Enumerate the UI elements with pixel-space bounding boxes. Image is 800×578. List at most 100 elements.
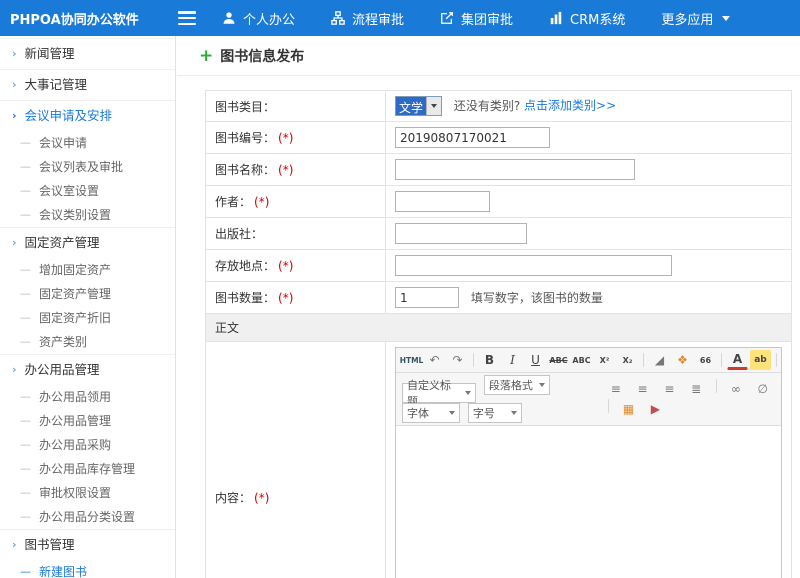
nav-label: 流程审批 <box>352 9 404 28</box>
nav-process-approval[interactable]: 流程审批 <box>331 9 404 28</box>
menu-item-label: 资产类别 <box>39 335 87 349</box>
editor-tool-strikethrough[interactable]: ABC <box>548 350 569 370</box>
nav-crm-system[interactable]: CRM系统 <box>549 9 625 28</box>
menu-marker-icon: — <box>20 414 31 428</box>
editor-tool-eraser[interactable]: ◢ <box>649 350 670 370</box>
editor-tool-subscript[interactable]: X₂ <box>617 350 638 370</box>
sidebar-item[interactable]: — 固定资产折旧 <box>0 306 175 330</box>
sidebar-item[interactable]: — 办公用品领用 <box>0 385 175 409</box>
quantity-hint: 填写数字，该图书的数量 <box>471 291 603 305</box>
editor-tool-bold[interactable]: B <box>479 350 500 370</box>
editor-tool-undo[interactable]: ↶ <box>424 350 445 370</box>
editor-tool-blockquote[interactable]: 66 <box>695 350 716 370</box>
menu-marker-icon: — <box>20 486 31 500</box>
form-row-quantity: 图书数量：(*) 填写数字，该图书的数量 <box>206 282 792 314</box>
required-mark: (*) <box>278 259 293 273</box>
sidebar-item[interactable]: — 新建图书 <box>0 560 175 578</box>
sidebar-item[interactable]: › 固定资产管理 <box>0 227 175 258</box>
sidebar-item[interactable]: — 办公用品库存管理 <box>0 457 175 481</box>
editor-tool[interactable] <box>608 399 609 413</box>
app-logo: PHPOA协同办公软件 <box>0 9 170 28</box>
editor-dropdown-paragraph-format[interactable]: 段落格式 <box>484 375 550 395</box>
editor-tool-align-justify[interactable]: ≣ <box>686 379 707 399</box>
rich-text-editor: HTML ↶ ↷ B I <box>395 347 782 578</box>
menu-marker-icon: — <box>20 160 31 174</box>
menu-marker-icon: › <box>12 78 17 92</box>
editor-tool-link[interactable]: ∞ <box>725 379 746 399</box>
editor-tool-highlight-color[interactable]: ab <box>750 350 771 370</box>
editor-tool-align-center[interactable]: ≡ <box>632 379 653 399</box>
sidebar-item[interactable]: — 固定资产管理 <box>0 282 175 306</box>
menu-item-label: 固定资产折旧 <box>39 311 111 325</box>
menu-item-label: 办公用品分类设置 <box>39 510 135 524</box>
hamburger-menu-icon[interactable] <box>178 11 196 25</box>
sidebar-menu: › 新闻管理 › 大事记管理 › 会议申请及安排 — 会议申请 — 会议列表及审… <box>0 36 175 578</box>
chevron-down-icon <box>465 391 471 395</box>
book-name-input[interactable] <box>395 159 635 180</box>
sidebar-item[interactable]: — 增加固定资产 <box>0 258 175 282</box>
editor-tool[interactable] <box>643 353 644 367</box>
sidebar-item[interactable]: — 办公用品采购 <box>0 433 175 457</box>
author-input[interactable] <box>395 191 490 212</box>
field-label: 内容： <box>215 491 251 505</box>
book-no-input[interactable] <box>395 127 550 148</box>
sidebar-item[interactable]: — 会议申请 <box>0 131 175 155</box>
sidebar-item[interactable]: › 图书管理 <box>0 529 175 560</box>
editor-dropdown-custom-title[interactable]: 自定义标题 <box>402 383 476 403</box>
editor-tool-insert-media[interactable]: ▶ <box>645 399 666 419</box>
nav-more-apps[interactable]: 更多应用 <box>661 9 730 28</box>
editor-tool-underline[interactable]: U <box>525 350 546 370</box>
chevron-down-icon <box>426 97 441 115</box>
sidebar-item[interactable]: — 会议列表及审批 <box>0 155 175 179</box>
publisher-input[interactable] <box>395 223 527 244</box>
add-category-link[interactable]: 点击添加类别>> <box>524 99 616 113</box>
menu-item-label: 固定资产管理 <box>25 236 100 250</box>
menu-item-label: 办公用品采购 <box>39 438 111 452</box>
editor-tool[interactable] <box>716 379 717 393</box>
editor-tool-insert-image[interactable]: ▦ <box>618 399 639 419</box>
editor-dropdown-font-size[interactable]: 字号 <box>468 403 522 423</box>
top-navigation: 个人办公 流程审批 集团审批 CRM系统 更多应用 <box>222 9 730 28</box>
nav-group-approval[interactable]: 集团审批 <box>440 9 513 28</box>
editor-tool-html-source[interactable]: HTML <box>401 350 422 370</box>
editor-tool-italic[interactable]: I <box>502 350 523 370</box>
form-row-content: 内容：(*) HTML ↶ ↷ <box>206 342 792 578</box>
plus-icon: + <box>199 49 213 63</box>
editor-tool-spellcheck[interactable]: ABC <box>571 350 592 370</box>
editor-tool-redo[interactable]: ↷ <box>447 350 468 370</box>
sidebar-item[interactable]: — 资产类别 <box>0 330 175 354</box>
sidebar-item[interactable]: › 大事记管理 <box>0 69 175 100</box>
editor-canvas[interactable] <box>396 426 781 578</box>
form-row-publisher: 出版社： <box>206 218 792 250</box>
sidebar-item[interactable]: › 会议申请及安排 <box>0 100 175 131</box>
menu-item-label: 会议室设置 <box>39 184 99 198</box>
editor-tool-align-right[interactable]: ≡ <box>659 379 680 399</box>
editor-tool[interactable] <box>473 353 474 367</box>
nav-personal-office[interactable]: 个人办公 <box>222 9 295 28</box>
sidebar-item[interactable]: — 会议室设置 <box>0 179 175 203</box>
menu-item-label: 会议类别设置 <box>39 208 111 222</box>
editor-tool-superscript[interactable]: X² <box>594 350 615 370</box>
category-hint-text: 还没有类别? <box>454 99 520 113</box>
nav-label: 集团审批 <box>461 9 513 28</box>
editor-tool-font-color[interactable]: A <box>727 350 748 370</box>
editor-tool-unlink[interactable]: ∅ <box>752 379 773 399</box>
sidebar-item[interactable]: › 办公用品管理 <box>0 354 175 385</box>
sidebar-item[interactable]: — 审批权限设置 <box>0 481 175 505</box>
category-select[interactable]: 文学 <box>395 96 442 116</box>
sidebar-item[interactable]: — 办公用品管理 <box>0 409 175 433</box>
required-mark: (*) <box>278 163 293 177</box>
sidebar-item[interactable]: — 会议类别设置 <box>0 203 175 227</box>
editor-tool[interactable] <box>721 353 722 367</box>
sidebar-item[interactable]: › 新闻管理 <box>0 38 175 69</box>
menu-marker-icon: — <box>20 184 31 198</box>
sidebar-item[interactable]: — 办公用品分类设置 <box>0 505 175 529</box>
location-input[interactable] <box>395 255 672 276</box>
editor-tool-format-brush[interactable]: ❖ <box>672 350 693 370</box>
editor-tool-align-left[interactable]: ≡ <box>605 379 626 399</box>
quantity-input[interactable] <box>395 287 459 308</box>
form-section-row: 正文 <box>206 314 792 342</box>
editor-tool[interactable] <box>776 353 777 367</box>
editor-dropdown-font-family[interactable]: 字体 <box>402 403 460 423</box>
form-row-category: 图书类目： 文学 还没有类别? 点击添加类别>> <box>206 91 792 122</box>
